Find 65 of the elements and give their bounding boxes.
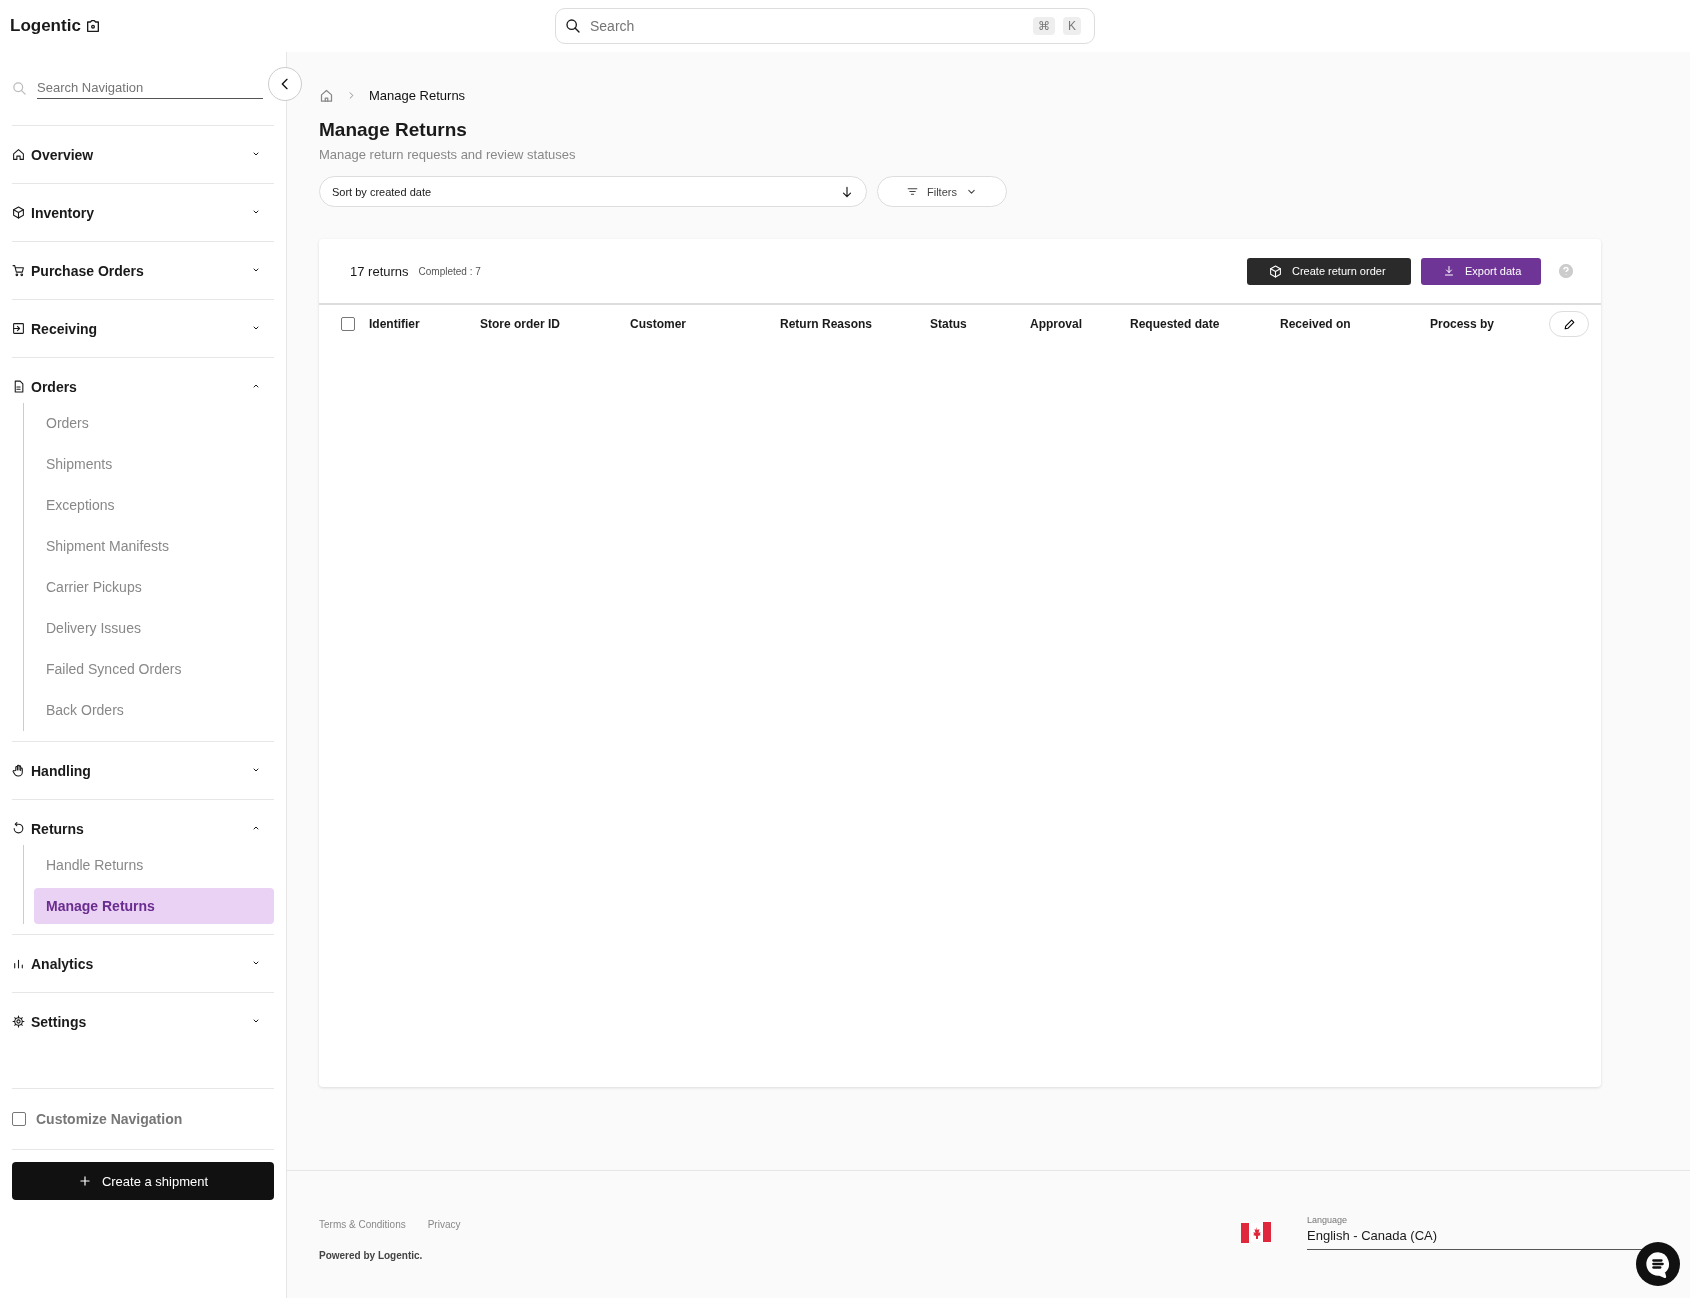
create-return-button[interactable]: Create return order — [1247, 257, 1411, 285]
cube-icon — [12, 206, 25, 219]
gear-icon — [12, 1015, 25, 1028]
column-header[interactable]: Return Reasons — [780, 317, 930, 331]
page-title: Manage Returns — [319, 119, 468, 141]
create-shipment-button[interactable]: Create a shipment — [12, 1162, 274, 1200]
shortcut-key: ⌘ — [1033, 17, 1055, 35]
column-header[interactable]: Status — [930, 317, 1030, 331]
search-icon — [12, 80, 27, 96]
export-button[interactable]: Export data — [1421, 257, 1541, 285]
column-header[interactable]: Identifier — [369, 317, 480, 331]
plus-icon — [77, 1174, 92, 1188]
nav-group[interactable]: Analytics — [12, 935, 274, 992]
column-header[interactable]: Customer — [630, 317, 780, 331]
column-header[interactable]: Store order ID — [480, 317, 630, 331]
chat-button[interactable] — [1636, 1242, 1680, 1286]
document-icon — [12, 380, 25, 393]
cube-icon — [1269, 264, 1282, 278]
navigation-search-field[interactable]: Search Navigation — [37, 77, 263, 99]
nav-group[interactable]: Purchase Orders — [12, 242, 274, 299]
logo-icon — [84, 18, 101, 34]
arrow-down-icon — [840, 184, 854, 199]
page-subtitle: Manage return requests and review statuses — [319, 147, 577, 162]
nav-item[interactable]: Carrier Pickups — [34, 567, 274, 608]
nav-item[interactable]: Exceptions — [34, 485, 274, 526]
nav-group[interactable]: Inventory — [12, 184, 274, 241]
download-icon — [1443, 265, 1455, 277]
nav-group[interactable]: Receiving — [12, 300, 274, 357]
sort-dropdown[interactable]: Sort by created date — [319, 176, 867, 207]
column-header[interactable]: Approval — [1030, 317, 1130, 331]
column-header[interactable]: Requested date — [1130, 317, 1280, 331]
nav-item[interactable]: Back Orders — [34, 690, 274, 731]
nav-group[interactable]: Overview — [12, 126, 274, 183]
bar-chart-icon — [12, 957, 25, 970]
powered-by-text: Powered by Logentic. — [319, 1250, 424, 1261]
nav-group[interactable]: Settings — [12, 993, 274, 1050]
nav-item[interactable]: Manage Returns — [34, 888, 274, 924]
column-header[interactable]: Process by — [1430, 317, 1549, 331]
flag-icon — [1241, 1221, 1271, 1244]
home-icon — [319, 88, 334, 103]
hand-icon — [12, 764, 25, 777]
checkbox[interactable] — [12, 1112, 26, 1126]
edit-columns-button[interactable] — [1549, 311, 1589, 337]
checkbox-label: Customize Navigation — [36, 1111, 183, 1127]
chat-icon — [1644, 1250, 1672, 1278]
sign-in-icon — [12, 322, 25, 335]
rotate-icon — [12, 822, 25, 835]
footer-link[interactable]: Terms & Conditions — [319, 1219, 406, 1230]
nav-item[interactable]: Shipment Manifests — [34, 526, 274, 567]
filter-icon — [906, 185, 919, 198]
completed-count: Completed : 7 — [418, 265, 482, 277]
cart-icon — [12, 264, 25, 277]
breadcrumb-item: Manage Returns — [369, 88, 466, 103]
nav-item[interactable]: Shipments — [34, 444, 274, 485]
app-logo: Logentic — [10, 16, 81, 36]
pencil-icon — [1562, 317, 1576, 331]
nav-item[interactable]: Delivery Issues — [34, 608, 274, 649]
column-header[interactable]: Received on — [1280, 317, 1430, 331]
nav-item[interactable]: Failed Synced Orders — [34, 649, 274, 690]
filters-button[interactable]: Filters — [877, 176, 1007, 207]
nav-group[interactable]: Handling — [12, 742, 274, 799]
return-count: 17 returns — [350, 263, 409, 279]
home-icon — [12, 148, 25, 161]
select-all-checkbox[interactable] — [341, 317, 355, 331]
footer-link[interactable]: Privacy — [427, 1219, 461, 1230]
